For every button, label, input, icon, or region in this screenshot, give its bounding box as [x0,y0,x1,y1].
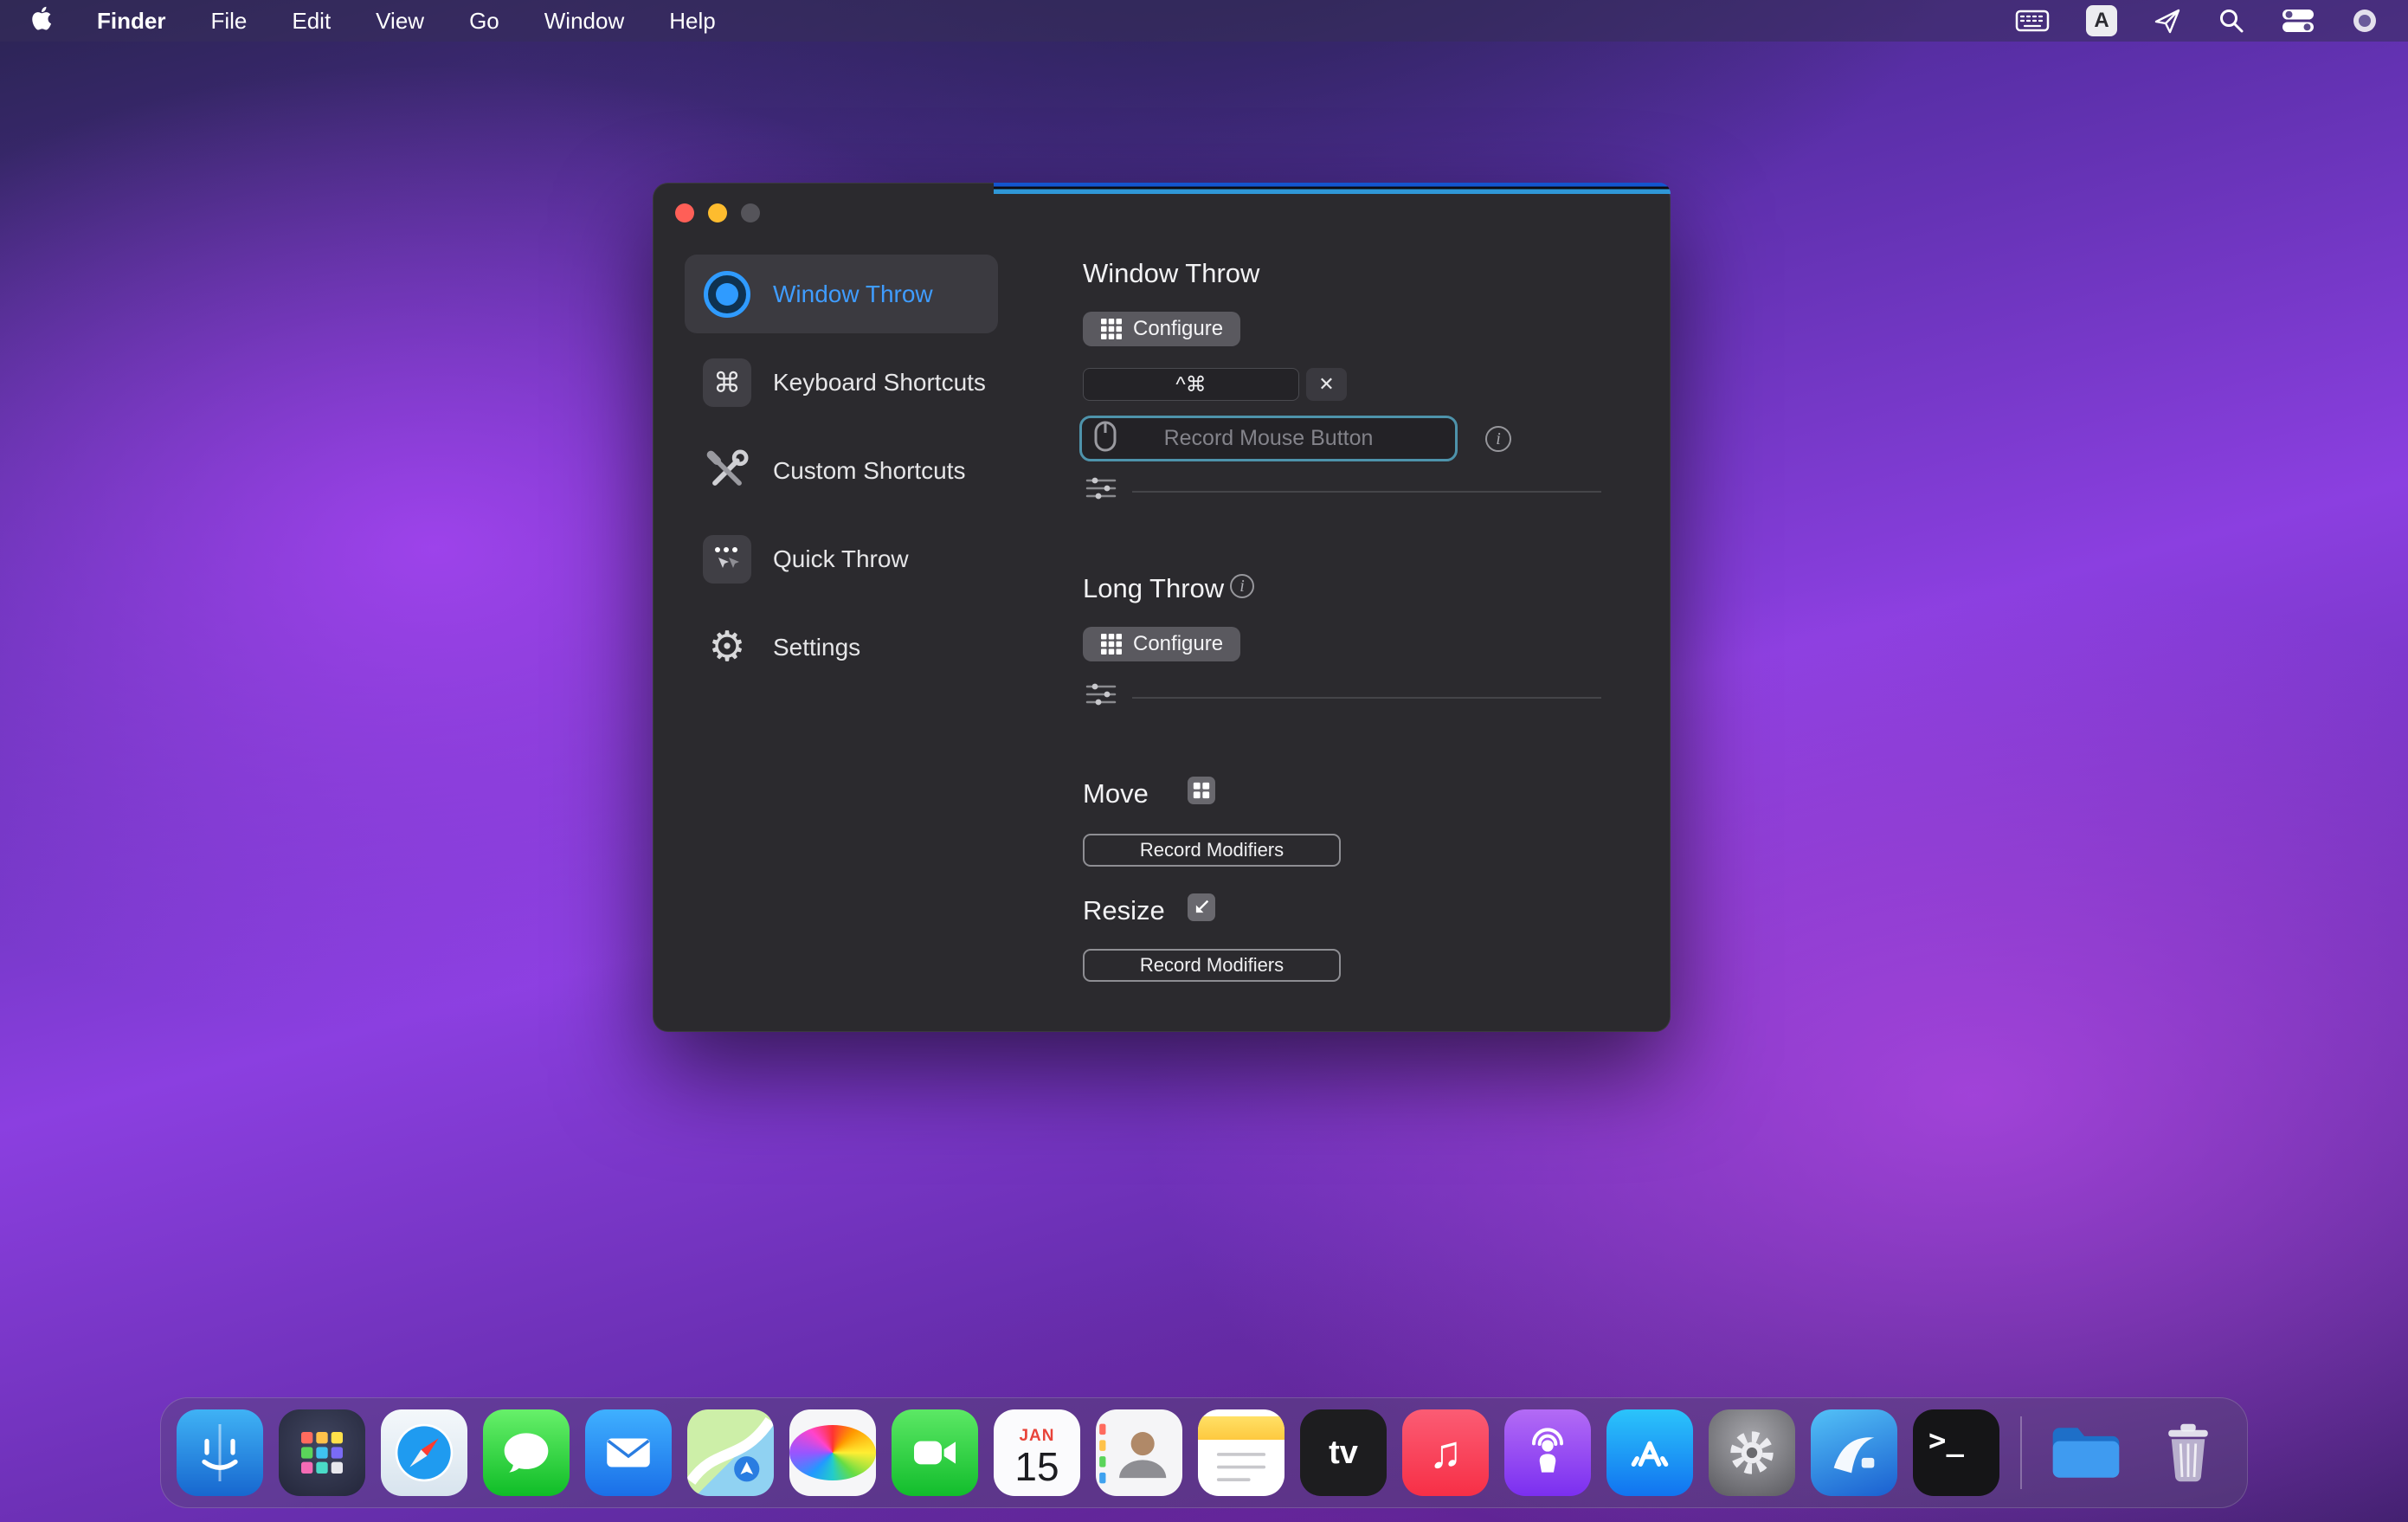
menubar-status-icons: A [2015,5,2379,36]
keyboard-icon[interactable] [2015,9,2050,33]
dock-separator [2020,1416,2022,1489]
calendar-month: JAN [1019,1427,1054,1446]
dock-item-trash[interactable] [2145,1409,2231,1496]
terminal-prompt-glyph: >_ [1928,1423,1964,1458]
music-note-icon: ♫ [1429,1427,1463,1479]
paper-plane-icon[interactable] [2154,7,2181,35]
target-icon [700,268,754,321]
divider [1132,491,1601,493]
sidebar-item-label: Custom Shortcuts [773,457,966,485]
apple-tv-label: tv [1329,1435,1358,1472]
configure-label: Configure [1133,632,1223,656]
menu-app-name[interactable]: Finder [97,8,165,35]
dock-item-calendar[interactable]: JAN 15 [994,1409,1080,1496]
gear-icon: ⚙ [708,627,745,668]
record-modifiers-button-resize[interactable]: Record Modifiers [1083,949,1341,982]
sidebar-item-quick-throw[interactable]: Quick Throw [685,519,998,598]
dock-item-system-preferences[interactable] [1709,1409,1795,1496]
sidebar-item-window-throw[interactable]: Window Throw [685,255,998,333]
input-source-icon[interactable]: A [2086,5,2117,36]
quick-throw-icon [703,535,751,584]
sidebar-item-custom-shortcuts[interactable]: Custom Shortcuts [685,431,998,510]
menu-item-help[interactable]: Help [669,8,715,35]
record-mouse-button-field[interactable]: Record Mouse Button [1079,416,1458,461]
mouse-icon [1094,421,1117,456]
dock-item-app-store[interactable] [1606,1409,1693,1496]
options-sliders-icon[interactable] [1085,683,1117,710]
calendar-day: 15 [1014,1446,1059,1487]
configure-button-window-throw[interactable]: Configure [1083,312,1240,346]
dock-item-mail[interactable] [585,1409,672,1496]
divider [1132,697,1601,699]
dock-item-contacts[interactable] [1096,1409,1182,1496]
dock-item-finder[interactable] [177,1409,263,1496]
record-modifiers-label: Record Modifiers [1140,954,1284,977]
sidebar-item-settings[interactable]: ⚙ Settings [685,608,998,687]
app-window: Window Throw ⌘ Keyboard Shortcuts Custom… [653,183,1671,1032]
configure-label: Configure [1133,317,1223,341]
menu-item-view[interactable]: View [376,8,424,35]
info-icon-long-throw[interactable]: i [1230,574,1254,598]
menu-item-window[interactable]: Window [544,8,624,35]
dock-item-facetime[interactable] [892,1409,978,1496]
command-key-icon: ⌘ [703,358,751,407]
dock-item-terminal[interactable]: >_ [1913,1409,1999,1496]
info-icon-window-throw[interactable]: i [1485,426,1511,452]
close-button[interactable] [675,203,694,222]
sidebar-item-label: Settings [773,634,860,661]
dock-item-downloads[interactable] [2043,1409,2129,1496]
dock-item-safari[interactable] [381,1409,467,1496]
dock-item-apple-tv[interactable]: tv [1300,1409,1387,1496]
configure-button-long-throw[interactable]: Configure [1083,627,1240,661]
sidebar-item-label: Keyboard Shortcuts [773,369,986,397]
zoom-button[interactable] [741,203,760,222]
control-center-icon[interactable] [2282,8,2315,34]
clear-shortcut-button[interactable]: ✕ [1306,368,1347,401]
siri-icon[interactable] [2351,7,2379,35]
notes-header-stripe [1198,1416,1284,1440]
resize-label: Resize [1083,895,1165,926]
menubar-left: Finder File Edit View Go Window Help [29,5,716,36]
move-label: Move [1083,778,1149,809]
window-throw-title: Window Throw [1083,258,1259,289]
dock-item-photos[interactable] [789,1409,876,1496]
sidebar-item-label: Quick Throw [773,545,909,573]
menu-item-go[interactable]: Go [469,8,499,35]
dock-item-launchpad[interactable] [279,1409,365,1496]
close-x-icon: ✕ [1318,373,1334,396]
dock-item-music[interactable]: ♫ [1402,1409,1489,1496]
titlebar-accent [994,183,1671,194]
move-grid-icon [1188,777,1215,804]
apple-menu-icon[interactable] [29,5,52,36]
dock-item-window-app[interactable] [1811,1409,1897,1496]
record-modifiers-button-move[interactable]: Record Modifiers [1083,834,1341,867]
dock-item-podcasts[interactable] [1504,1409,1591,1496]
photos-flower-icon [789,1425,876,1480]
sidebar-item-label: Window Throw [773,281,933,308]
minimize-button[interactable] [708,203,727,222]
shortcut-field[interactable]: ^⌘ [1083,368,1299,401]
sidebar: Window Throw ⌘ Keyboard Shortcuts Custom… [685,255,998,687]
record-modifiers-label: Record Modifiers [1140,839,1284,861]
options-sliders-icon[interactable] [1085,477,1117,504]
shortcut-value: ^⌘ [1175,372,1206,397]
grid-icon [1100,318,1123,340]
dock-item-maps[interactable] [687,1409,774,1496]
record-mouse-placeholder: Record Mouse Button [1117,426,1420,451]
grid-icon [1100,633,1123,655]
sidebar-item-keyboard-shortcuts[interactable]: ⌘ Keyboard Shortcuts [685,343,998,422]
dock-item-messages[interactable] [483,1409,570,1496]
tools-icon [700,444,754,498]
menu-item-file[interactable]: File [210,8,247,35]
traffic-lights [675,203,760,222]
menubar: Finder File Edit View Go Window Help A [0,0,2408,42]
dock: JAN 15 tv ♫ >_ [160,1397,2248,1508]
menu-item-edit[interactable]: Edit [292,8,331,35]
resize-arrow-icon [1188,893,1215,921]
spotlight-search-icon[interactable] [2218,7,2245,35]
dock-item-notes[interactable] [1198,1409,1284,1496]
long-throw-title: Long Throw [1083,573,1224,604]
